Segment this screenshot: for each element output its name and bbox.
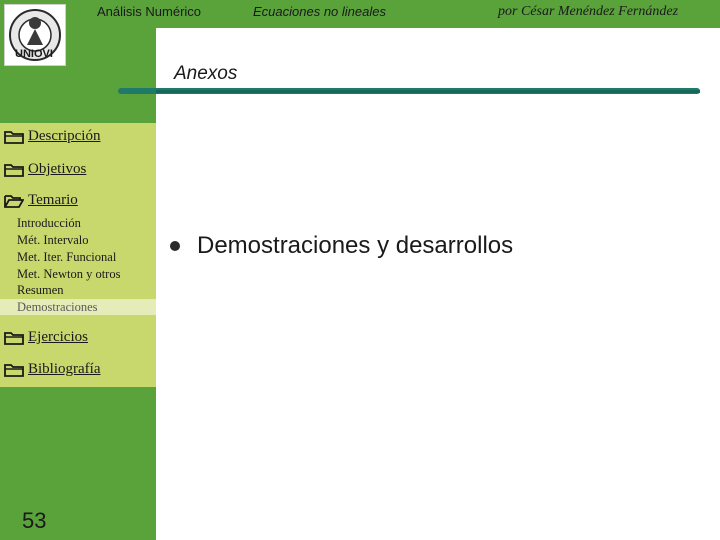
subitem-met-iter-funcional[interactable]: Met. Iter. Funcional	[17, 250, 116, 265]
author-credit: por César Menéndez Fernández	[498, 4, 679, 19]
nav-item-ejercicios[interactable]: Ejercicios	[4, 329, 88, 346]
nav-item-label: Ejercicios	[28, 329, 88, 345]
subitem-demostraciones[interactable]: Demostraciones	[17, 300, 98, 315]
nav-item-objetivos[interactable]: Objetivos	[4, 161, 86, 178]
folder-closed-icon	[4, 162, 24, 177]
nav-item-label: Bibliografía	[28, 361, 101, 377]
nav-item-label: Temario	[28, 192, 78, 208]
subitem-introduccion[interactable]: Introducción	[17, 216, 81, 231]
nav-item-label: Objetivos	[28, 161, 87, 177]
bullet-text: Demostraciones y desarrollos	[197, 232, 514, 259]
subitem-resumen[interactable]: Resumen	[17, 283, 64, 298]
bullet-list-item: Demostraciones y desarrollos	[170, 232, 513, 260]
section-title: Anexos	[174, 63, 238, 84]
logo-text: UNIOVI	[15, 48, 53, 60]
university-logo: UNIOVI	[4, 4, 66, 66]
nav-item-temario[interactable]: Temario	[4, 192, 78, 209]
bullet-dot-icon	[170, 241, 180, 251]
subitem-met-intervalo[interactable]: Mét. Intervalo	[17, 233, 89, 248]
course-title: Análisis Numérico	[97, 4, 202, 19]
content-area	[156, 28, 720, 540]
topic-title: Ecuaciones no lineales	[253, 4, 386, 19]
folder-closed-icon	[4, 330, 24, 345]
page-number: 53	[22, 508, 47, 533]
nav-item-label: Descripción	[28, 128, 101, 144]
folder-open-icon	[4, 193, 24, 208]
title-rule-shadow	[156, 90, 700, 93]
subitem-met-newton[interactable]: Met. Newton y otros	[17, 267, 120, 282]
folder-closed-icon	[4, 129, 24, 144]
nav-item-descripcion[interactable]: Descripción	[4, 128, 100, 145]
nav-item-bibliografia[interactable]: Bibliografía	[4, 361, 100, 378]
folder-closed-icon	[4, 362, 24, 377]
